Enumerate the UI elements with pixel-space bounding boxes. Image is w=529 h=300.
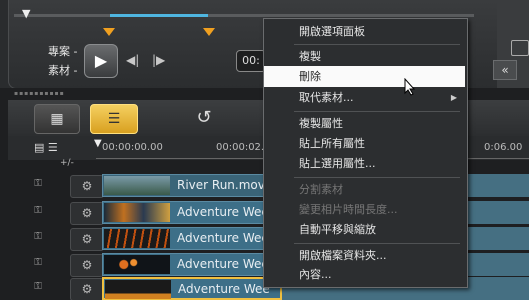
previous-frame-button[interactable]: ◀| [126,53,139,67]
clip-thumbnail [104,203,170,222]
track-lock-icon[interactable]: ⚿ [30,281,46,297]
scrub-bar[interactable] [14,14,474,17]
menu-item-paste-all-attributes[interactable]: 貼上所有屬性 [264,133,465,154]
clip-thumbnail [104,255,170,274]
trim-start-marker[interactable] [103,28,115,36]
track-type-icon: ⚙ [81,258,93,272]
track-lock-icon[interactable]: ⚿ [30,257,46,273]
clip-thumbnail [105,280,171,299]
submenu-arrow-icon: ▶ [450,93,457,102]
menu-item-replace-clip-label: 取代素材... [299,91,354,104]
trim-range [110,14,208,37]
menu-separator [294,243,460,244]
ruler-end-tick: 0:06.00 [484,142,523,153]
menu-item-paste-selected-attributes[interactable]: 貼上選用屬性... [264,153,465,174]
undo-icon: ↺ [196,107,212,128]
menu-item-split-clip: 分割素材 [299,183,343,196]
menu-item-open-file-folder[interactable]: 開啟檔案資料夾... [264,245,465,266]
track-type-icon: ⚙ [81,232,93,246]
undo-button[interactable]: ↺ [192,106,216,130]
context-menu: 開啟選項面板 複製 刪除 取代素材... ▶ 複製屬性 貼上所有屬性 貼上選用屬… [263,18,468,288]
track-toggle-button[interactable]: ⚙ [70,254,104,277]
library-icon[interactable] [511,40,529,56]
clip-mode-label[interactable]: 素材 - [48,62,77,78]
ruler-tools: ▤ ☰ [34,141,84,155]
play-button[interactable]: ▶ [84,44,118,78]
track-toggle-button[interactable]: ⚙ [70,202,104,225]
add-remove-track[interactable]: +/- [60,158,100,168]
clip[interactable]: Adventure Wee [102,201,282,224]
menu-separator [294,44,460,45]
timeline-icon: ☰ [107,111,121,127]
collapse-button[interactable]: « [493,60,517,80]
clip-thumbnail [104,229,170,248]
timecode-field[interactable]: 00: [236,50,266,72]
timeline-view-button[interactable]: ☰ [90,104,138,134]
menu-item-copy-attributes[interactable]: 複製屬性 [264,113,465,134]
clip[interactable]: River Run.mov [102,174,282,197]
film-icon: ▦ [50,111,64,127]
menu-item-open-options[interactable]: 開啟選項面板 [264,21,465,42]
track-lock-icon[interactable]: ⚿ [30,205,46,221]
ruler-start-tick: 00:00:00.00 [102,142,163,153]
scrub-playhead-icon[interactable]: ▼ [22,8,34,20]
menu-separator [294,111,460,112]
clip[interactable]: Adventure Wee [102,253,282,276]
track-type-icon: ⚙ [81,282,93,296]
track-type-icon: ⚙ [81,206,93,220]
next-frame-button[interactable]: |▶ [152,53,165,67]
project-mode-label[interactable]: 專案 - [48,43,77,59]
track-manager-icon[interactable]: ☰ [48,141,58,154]
menu-item-change-photo-duration: 變更相片時間長度... [299,203,398,216]
track-toggle-button[interactable]: ⚙ [70,228,104,251]
track-type-icon: ⚙ [81,179,93,193]
panel-grip[interactable]: ▪▪▪▪▪▪▪▪▪▪ [14,91,74,97]
storyboard-view-button[interactable]: ▦ [34,104,80,134]
clip-selected[interactable]: Adventure Wee [102,277,282,300]
track-toggle-button[interactable]: ⚙ [70,175,104,198]
menu-item-delete[interactable]: 刪除 [264,66,465,87]
track-lock-icon[interactable]: ⚿ [30,178,46,194]
menu-separator [294,177,460,178]
mouse-cursor-icon [404,78,416,96]
fit-project-icon[interactable]: ▤ [34,141,44,154]
track-toggle-button[interactable]: ⚙ [70,278,104,300]
video-editor-window: ▼ 專案 - 素材 - ▶ ◀| |▶ 00: « ▪▪▪▪▪▪▪▪▪▪ ▦ ☰… [0,0,529,300]
menu-item-auto-pan-zoom[interactable]: 自動平移與縮放 [264,219,465,240]
clip[interactable]: Adventure Wee [102,227,282,250]
trim-end-marker[interactable] [203,28,215,36]
menu-item-properties[interactable]: 內容... [264,264,465,285]
clip-thumbnail [104,176,170,195]
ruler-playhead-icon[interactable]: ▼ [94,138,104,150]
menu-item-replace-clip[interactable]: 取代素材... ▶ [264,87,465,108]
menu-item-copy[interactable]: 複製 [264,46,465,67]
play-icon: ▶ [94,51,108,70]
track-lock-icon[interactable]: ⚿ [30,231,46,247]
